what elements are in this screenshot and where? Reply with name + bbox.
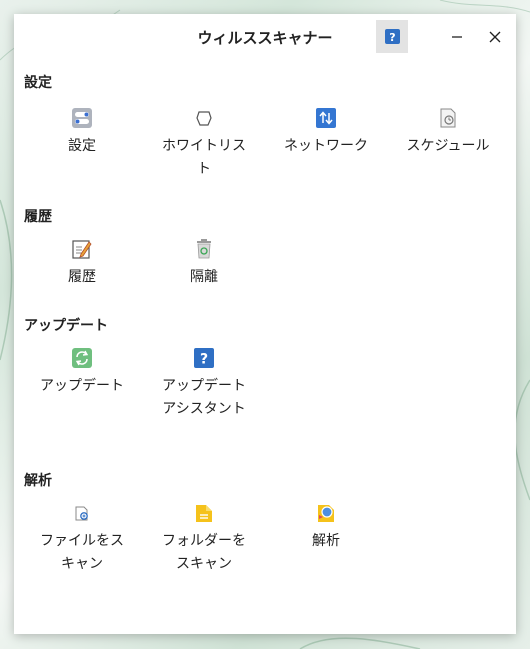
help-question-icon: ? [384,29,400,44]
window-title: ウィルススキャナー [197,29,333,47]
scan-file-label: ファイルをスキャン [40,533,124,572]
section-update-title: アップデート [24,318,108,334]
update-item[interactable]: アップデート [21,347,143,398]
whitelist-item[interactable]: ホワイトリスト [143,107,265,181]
network-item[interactable]: ネットワーク [265,107,387,158]
help-question-icon: ? [193,347,215,369]
analysis-icon [315,502,337,524]
section-settings-title: 設定 [24,75,52,91]
shield-outline-icon [193,107,215,129]
scan-folder-icon [193,502,215,524]
history-edit-icon [71,238,93,260]
settings-toggle-icon [71,107,93,129]
quarantine-trash-icon [193,238,215,260]
svg-text:?: ? [200,352,208,368]
quarantine-label: 隔離 [190,269,218,285]
title-bar: ウィルススキャナー ? [14,14,516,62]
update-assistant-label: アップデートアシスタント [162,378,246,417]
settings-item[interactable]: 設定 [21,107,143,158]
whitelist-label: ホワイトリスト [162,138,246,177]
update-label: アップデート [40,378,124,394]
history-label: 履歴 [68,269,96,285]
scan-file-icon [71,502,93,524]
section-history-title: 履歴 [24,209,52,225]
scan-folder-label: フォルダーをスキャン [162,533,246,572]
schedule-item[interactable]: スケジュール [387,107,509,158]
virus-scanner-window: ウィルススキャナー ? 設定 設定 ホワイトリスト ネットワーク スケジュール … [14,14,516,634]
close-icon [489,31,501,43]
update-assistant-item[interactable]: ? アップデートアシスタント [143,347,265,421]
help-button[interactable]: ? [376,20,408,53]
analysis-label: 解析 [312,533,340,549]
quarantine-item[interactable]: 隔離 [143,238,265,289]
network-arrows-icon [315,107,337,129]
settings-label: 設定 [68,138,96,154]
scan-folder-item[interactable]: フォルダーをスキャン [143,502,265,576]
close-button[interactable] [486,28,504,46]
analysis-item[interactable]: 解析 [265,502,387,553]
history-item[interactable]: 履歴 [21,238,143,289]
minimize-icon [452,36,462,38]
scan-file-item[interactable]: ファイルをスキャン [21,502,143,576]
update-refresh-icon [71,347,93,369]
schedule-document-icon [437,107,459,129]
svg-text:?: ? [389,31,395,44]
schedule-label: スケジュール [406,138,490,154]
section-analysis-title: 解析 [24,473,52,489]
minimize-button[interactable] [448,28,466,46]
network-label: ネットワーク [284,138,368,154]
